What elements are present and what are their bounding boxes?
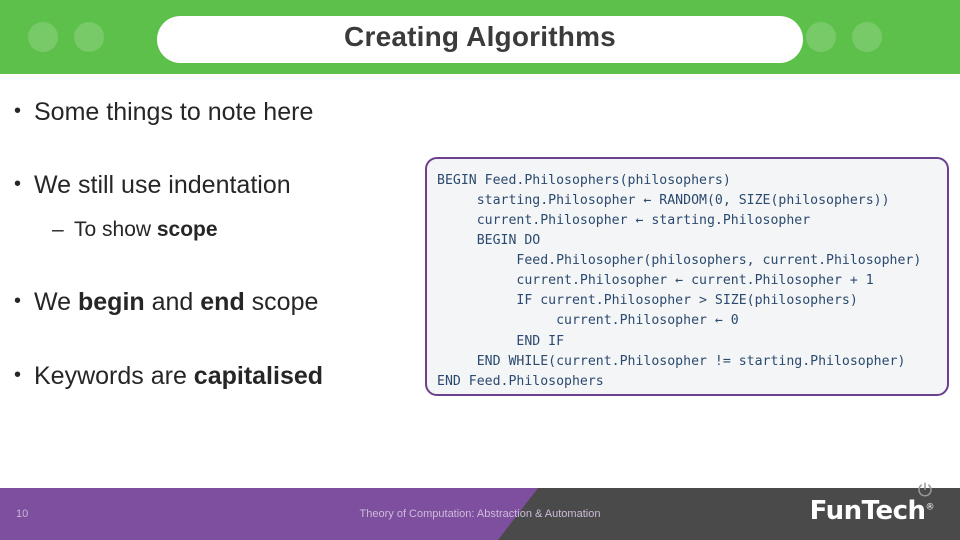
pseudocode-text: BEGIN Feed.Philosophers(philosophers) st… [437, 173, 922, 389]
decorative-dot-icon [852, 22, 882, 52]
pseudocode-box: BEGIN Feed.Philosophers(philosophers) st… [425, 157, 949, 396]
list-item-label: We still use indentation [34, 170, 291, 199]
list-item-label: Some things to note here [34, 98, 314, 126]
dash-bullet-icon: – [52, 217, 64, 241]
sub-list-item: – To show scope [52, 218, 414, 242]
decorative-dot-icon [806, 22, 836, 52]
list-item-label: Keywords are capitalised [34, 362, 324, 391]
bullet-dot-icon: • [14, 100, 22, 122]
decorative-dot-icon [74, 22, 104, 52]
bullet-dot-icon: • [14, 172, 22, 195]
sub-list-item-label: To show scope [74, 217, 218, 241]
bullet-dot-icon: • [14, 289, 22, 312]
bullet-list: • Some things to note here • We still us… [14, 84, 414, 391]
list-item: • We still use indentation [14, 171, 414, 200]
slide: Creating Algorithms • Some things to not… [0, 0, 960, 540]
bullet-dot-icon: • [14, 364, 22, 387]
list-item: • Some things to note here [14, 98, 414, 127]
list-item-label: We begin and end scope [34, 287, 319, 316]
brand-logo: FunTech® [809, 496, 935, 526]
slide-body: • Some things to note here • We still us… [0, 74, 960, 488]
list-item: • Keywords are capitalised [14, 362, 414, 391]
list-item: • We begin and end scope [14, 288, 414, 317]
page-title: Creating Algorithms [344, 21, 616, 52]
decorative-dot-icon [28, 22, 58, 52]
